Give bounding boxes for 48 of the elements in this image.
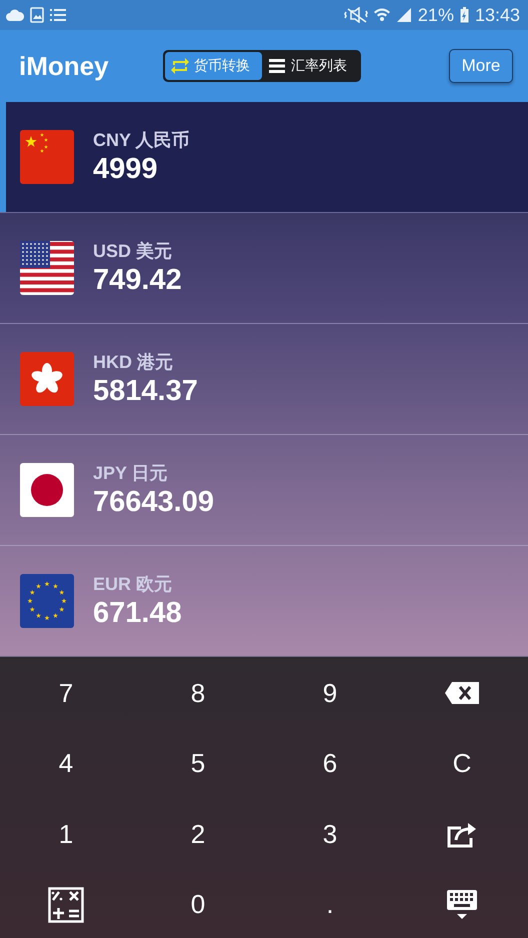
amount: 76643.09 xyxy=(93,486,214,519)
hong-kong-flag-icon xyxy=(20,352,74,406)
currency-row[interactable]: CNY 人民币 4999 xyxy=(0,102,528,213)
mute-icon xyxy=(344,7,368,23)
japan-flag-icon xyxy=(20,463,74,517)
key[interactable]: 7 xyxy=(50,671,82,716)
cloud-icon xyxy=(6,9,24,21)
list-icon xyxy=(268,57,286,75)
key[interactable]: 0 xyxy=(182,882,214,927)
backspace-icon xyxy=(444,681,480,706)
swap-icon xyxy=(171,57,189,75)
share-icon xyxy=(447,820,477,848)
app-title: iMoney xyxy=(19,50,110,82)
keyboard-icon xyxy=(446,888,478,921)
clock: 13:43 xyxy=(474,4,520,26)
amount: 4999 xyxy=(93,153,159,186)
currency-name: HKD 港元 xyxy=(93,351,174,374)
key[interactable]: 2 xyxy=(182,812,214,856)
amount: 749.42 xyxy=(93,264,182,297)
currency-name: JPY 日元 xyxy=(93,462,169,485)
battery-icon xyxy=(460,7,469,23)
currency-name: USD 美元 xyxy=(93,240,174,263)
currency-name: CNY 人民币 xyxy=(93,129,190,152)
image-icon xyxy=(30,7,44,23)
currency-row[interactable]: USD 美元 749.42 xyxy=(0,213,528,324)
battery-percent: 21% xyxy=(418,4,454,26)
currency-row[interactable]: HKD 港元 5814.37 xyxy=(0,324,528,435)
amount: 671.48 xyxy=(93,597,182,630)
key[interactable]: 8 xyxy=(182,671,214,716)
key[interactable]: 4 xyxy=(50,742,82,786)
key[interactable]: 3 xyxy=(314,812,346,856)
key[interactable]: 6 xyxy=(314,742,346,786)
currency-name: EUR 欧元 xyxy=(93,573,174,596)
wifi-icon xyxy=(374,7,390,23)
amount: 5814.37 xyxy=(93,375,198,408)
key[interactable]: . xyxy=(318,882,342,927)
usa-flag-icon xyxy=(20,241,74,295)
calculator-icon xyxy=(48,886,84,923)
tab[interactable]: 汇率列表 xyxy=(262,52,359,80)
currency-row[interactable]: JPY 日元 76643.09 xyxy=(0,435,528,546)
eu-flag-icon xyxy=(20,574,74,628)
key[interactable]: 5 xyxy=(182,742,214,786)
china-flag-icon xyxy=(20,130,74,184)
list-icon xyxy=(50,8,66,22)
key[interactable]: 9 xyxy=(314,671,346,716)
key[interactable]: 1 xyxy=(50,812,82,856)
signal-icon xyxy=(396,7,412,23)
key[interactable]: C xyxy=(444,742,480,786)
